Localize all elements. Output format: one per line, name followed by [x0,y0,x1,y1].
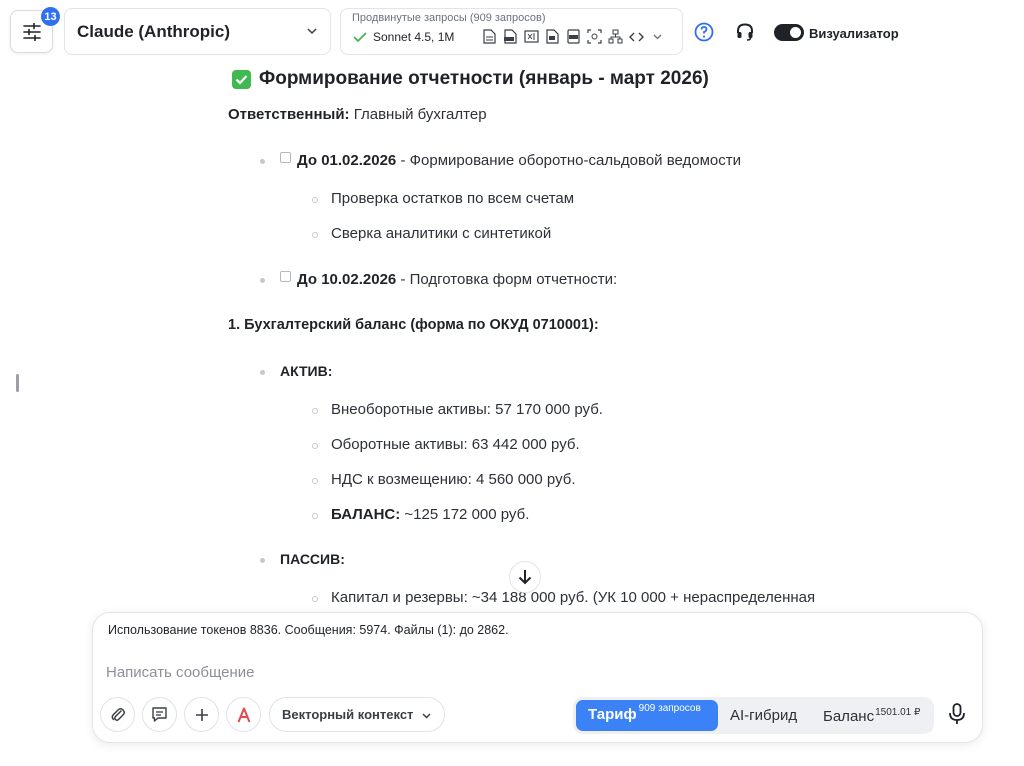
plan-label: Тариф [588,706,637,723]
pdf-icon[interactable] [502,28,519,45]
task-checkbox[interactable] [280,152,291,163]
xls-icon[interactable] [523,28,540,45]
presentation-icon[interactable] [544,28,561,45]
list-item: Внеоборотные активы: 57 170 000 руб. [331,401,603,418]
list-bullet [260,159,265,164]
letter-a-icon [237,707,250,722]
visualizer-label: Визуализатор [809,26,899,41]
balance-amount: 1501.01 ₽ [875,707,921,718]
plan-tariff-button[interactable]: Тариф 909 запросов [576,700,718,731]
sliders-icon [22,22,41,41]
doc-icon[interactable] [481,28,498,45]
task-date: До 01.02.2026 [297,152,397,169]
add-button[interactable] [184,697,219,732]
chevron-down-icon [422,713,431,719]
task-item: До 10.02.2026 - Подготовка форм отчетнос… [280,271,617,288]
list-bullet [312,513,318,519]
chat-prompt-icon [152,707,167,722]
list-item: Оборотные активы: 63 442 000 руб. [331,436,580,453]
model-name: Claude (Anthropic) [77,21,230,41]
balance-button[interactable]: Баланс1501.01 ₽ [823,707,920,725]
liabilities-label: ПАССИВ: [280,551,345,567]
heading-text: Формирование отчетности (январь - март 2… [259,68,709,89]
list-bullet [312,232,318,238]
task-date: До 10.02.2026 [297,271,397,288]
balance-label: БАЛАНС: [331,506,401,523]
list-bullet [260,278,265,283]
list-item: Сверка аналитики с синтетикой [331,225,552,242]
text-format-button[interactable] [226,697,261,732]
microphone-icon[interactable] [948,703,966,725]
vector-context-label: Векторный контекст [282,707,414,722]
task-checkbox[interactable] [280,271,291,282]
list-bullet [312,596,318,602]
ai-hybrid-button[interactable]: AI-гибрид [730,707,797,724]
paperclip-icon [111,707,125,721]
balance-value: ~125 172 000 руб. [400,506,530,523]
responsible-line: Ответственный: Главный бухгалтер [228,106,487,123]
plus-icon [195,708,208,721]
chevron-down-icon[interactable] [649,28,666,45]
list-bullet [312,408,318,414]
list-bullet [312,443,318,449]
vector-context-select[interactable]: Векторный контекст [269,697,445,732]
list-item: Проверка остатков по всем счетам [331,190,575,207]
balance-text: Баланс [823,708,875,725]
attach-button[interactable] [100,697,135,732]
scan-icon[interactable] [586,28,603,45]
responsible-value: Главный бухгалтер [349,106,487,123]
code-icon[interactable] [628,28,645,45]
section-title: 1. Бухгалтерский баланс (форма по ОКУД 0… [228,317,599,333]
assets-label: АКТИВ: [280,363,333,379]
headset-icon[interactable] [735,22,755,42]
model-select[interactable]: Claude (Anthropic) [64,8,331,55]
check-mark-icon [232,69,251,89]
list-bullet [260,370,265,375]
arrow-down-icon [518,570,532,585]
responsible-label: Ответственный: [228,106,350,123]
list-bullet [312,197,318,203]
list-item: НДС к возмещению: 4 560 000 руб. [331,471,576,488]
rtf-icon[interactable] [565,28,582,45]
list-bullet [260,558,265,563]
help-icon[interactable] [694,22,714,42]
task-item: До 01.02.2026 - Формирование оборотно-са… [280,152,741,169]
advanced-model-name: Sonnet 4.5, 1M [373,30,455,44]
task-text: - Формирование оборотно-сальдовой ведомо… [396,152,742,169]
advanced-model: Sonnet 4.5, 1M [353,30,454,44]
check-icon [353,32,367,43]
list-item: Капитал и резервы: ~34 188 000 руб. (УК … [331,589,816,606]
sidebar-resize-handle[interactable] [16,374,19,392]
scroll-down-button[interactable] [509,561,541,593]
token-usage-text: Использование токенов 8836. Сообщения: 5… [108,623,509,637]
top-bar: 13 Claude (Anthropic) Продвинутые запрос… [0,0,1024,62]
tree-icon[interactable] [607,28,624,45]
advanced-requests-panel[interactable]: Продвинутые запросы (909 запросов) Sonne… [340,8,683,55]
balance-item: БАЛАНС: ~125 172 000 руб. [331,506,529,523]
chevron-down-icon [307,28,317,35]
prompts-button[interactable] [142,697,177,732]
plan-requests: 909 запросов [638,703,701,714]
task-text: - Подготовка форм отчетности: [396,271,618,288]
section-heading: Формирование отчетности (январь - март 2… [232,68,709,90]
plan-switcher: Тариф 909 запросов AI-гибрид Баланс1501.0… [573,697,934,734]
visualizer-toggle[interactable] [774,24,804,41]
advanced-requests-title: Продвинутые запросы (909 запросов) [352,12,546,24]
file-type-icons [481,28,666,45]
settings-count-badge: 13 [41,7,60,26]
message-composer: Использование токенов 8836. Сообщения: 5… [92,612,983,743]
list-bullet [312,478,318,484]
message-input[interactable] [106,661,966,683]
